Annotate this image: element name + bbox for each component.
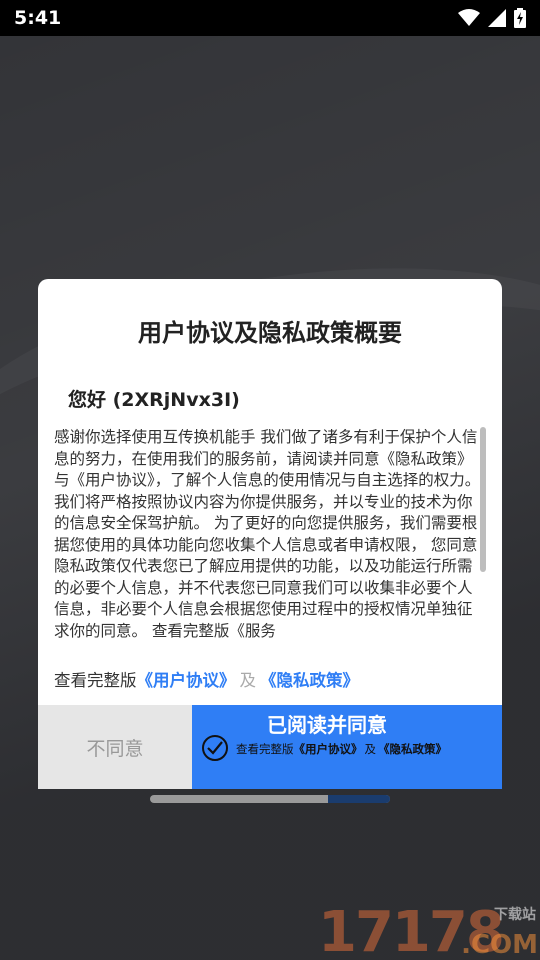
- full-version-links: 查看完整版 《用户协议》 及 《隐私政策》: [54, 667, 359, 691]
- privacy-policy-link[interactable]: 《隐私政策》: [260, 667, 359, 691]
- status-bar: 5:41: [0, 0, 540, 36]
- watermark-suffix: .COM: [461, 930, 538, 960]
- privacy-dialog: 用户协议及隐私政策概要 您好 (2XRjNvx3I) 感谢你选择使用互传换机能手…: [38, 279, 502, 789]
- agree-button[interactable]: 已阅读并同意 查看完整版 《用户协议》 及 《隐私政策》: [192, 705, 502, 789]
- agreement-body-text[interactable]: 感谢你选择使用互传换机能手 我们做了诸多有利于保护个人信息的努力，在使用我们的服…: [54, 427, 484, 649]
- agree-label: 已阅读并同意: [267, 713, 387, 737]
- signal-icon: [488, 9, 506, 27]
- user-agreement-link[interactable]: 《用户协议》: [137, 667, 236, 691]
- links-prefix: 查看完整版: [54, 671, 137, 690]
- watermark-site: 下载站: [494, 907, 536, 923]
- battery-charging-icon: [514, 8, 526, 28]
- site-watermark: 17178 下载站 .COM: [318, 900, 540, 960]
- wifi-icon: [458, 9, 480, 26]
- status-icons: [458, 8, 526, 28]
- status-time: 5:41: [14, 7, 62, 29]
- agree-sub-privacy-policy-link[interactable]: 《隐私政策》: [378, 741, 447, 757]
- dialog-greeting: 您好 (2XRjNvx3I): [68, 389, 240, 411]
- agree-sub-and: 及: [364, 742, 377, 756]
- navigation-pill-indicator: [328, 795, 390, 803]
- agree-sub-prefix: 查看完整版: [236, 742, 294, 756]
- agree-sub-user-agreement-link[interactable]: 《用户协议》: [294, 741, 363, 757]
- links-and: 及: [239, 671, 257, 690]
- navigation-pill[interactable]: [150, 795, 390, 803]
- disagree-button[interactable]: 不同意: [38, 705, 192, 789]
- agree-checkbox[interactable]: [202, 735, 228, 761]
- body-scrollbar[interactable]: [480, 427, 486, 572]
- dialog-title: 用户协议及隐私政策概要: [138, 319, 402, 347]
- disagree-label: 不同意: [86, 737, 144, 760]
- agree-sub-links: 查看完整版 《用户协议》 及 《隐私政策》: [236, 741, 447, 757]
- checkmark-icon: [207, 741, 223, 755]
